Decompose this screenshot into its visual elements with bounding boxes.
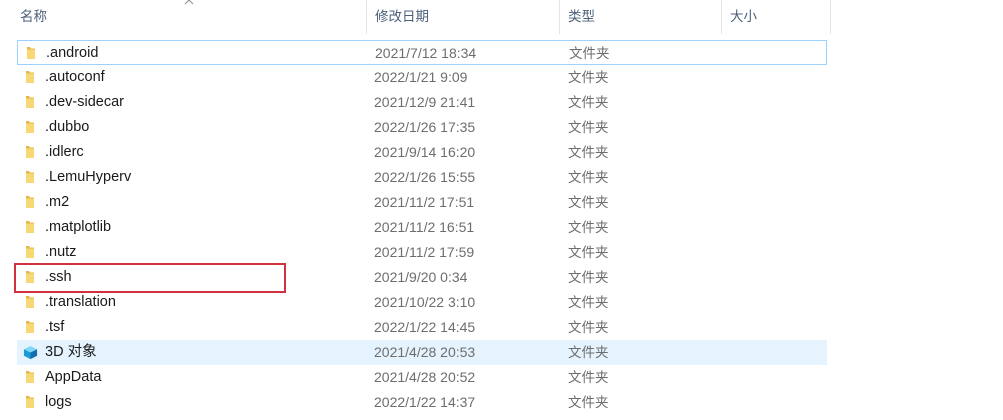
- file-row[interactable]: .dubbo 2022/1/26 17:35 文件夹: [17, 115, 827, 140]
- file-row[interactable]: .ssh 2021/9/20 0:34 文件夹: [17, 265, 827, 290]
- folder-icon: [23, 120, 37, 134]
- file-name: .translation: [45, 294, 116, 310]
- file-modified-date: 2021/7/12 18:34: [375, 45, 477, 61]
- file-modified-date: 2021/9/14 16:20: [374, 144, 476, 160]
- file-modified-date: 2022/1/22 14:45: [374, 319, 476, 335]
- file-type: 文件夹: [568, 95, 609, 110]
- file-modified-date: 2022/1/26 15:55: [374, 169, 476, 185]
- file-row[interactable]: .android 2021/7/12 18:34 文件夹: [17, 40, 827, 65]
- file-type: 文件夹: [568, 170, 609, 185]
- column-header-type[interactable]: 类型: [560, 0, 722, 34]
- file-modified-date: 2021/11/2 17:59: [374, 244, 475, 260]
- folder-icon: [23, 270, 37, 284]
- file-modified-date: 2022/1/22 14:37: [374, 394, 476, 410]
- folder-icon: [23, 70, 37, 84]
- file-name: .m2: [45, 194, 70, 210]
- folder-icon: [23, 220, 37, 234]
- folder-icon: [24, 46, 38, 60]
- file-name: 3D 对象: [45, 344, 97, 360]
- file-row[interactable]: logs 2022/1/22 14:37 文件夹: [17, 390, 827, 415]
- file-explorer-list: 名称 修改日期 类型 大小 .android 2021/7/12 18:34 文件夹…: [0, 0, 1003, 420]
- file-type: 文件夹: [568, 395, 609, 410]
- column-header-name[interactable]: 名称: [0, 0, 367, 34]
- column-header-date[interactable]: 修改日期: [367, 0, 560, 34]
- folder-icon: [23, 395, 37, 409]
- column-header-size-label: 大小: [730, 9, 757, 24]
- 3d-objects-icon: [23, 345, 38, 360]
- file-row[interactable]: .matplotlib 2021/11/2 16:51 文件夹: [17, 215, 827, 240]
- column-header-type-label: 类型: [568, 9, 595, 24]
- file-name: .dev-sidecar: [45, 94, 124, 110]
- file-row[interactable]: .tsf 2022/1/22 14:45 文件夹: [17, 315, 827, 340]
- file-row[interactable]: .m2 2021/11/2 17:51 文件夹: [17, 190, 827, 215]
- file-type: 文件夹: [568, 270, 609, 285]
- folder-icon: [23, 195, 37, 209]
- column-header-size[interactable]: 大小: [722, 0, 831, 34]
- file-modified-date: 2021/10/22 3:10: [374, 294, 476, 310]
- file-modified-date: 2021/12/9 21:41: [374, 94, 476, 110]
- column-header-date-label: 修改日期: [375, 9, 429, 24]
- file-modified-date: 2021/9/20 0:34: [374, 269, 468, 285]
- file-row[interactable]: .dev-sidecar 2021/12/9 21:41 文件夹: [17, 90, 827, 115]
- file-type: 文件夹: [568, 370, 609, 385]
- file-name: AppData: [45, 369, 102, 385]
- folder-icon: [23, 170, 37, 184]
- file-modified-date: 2022/1/21 9:09: [374, 69, 468, 85]
- file-type: 文件夹: [569, 46, 610, 61]
- file-type: 文件夹: [568, 245, 609, 260]
- column-header-name-label: 名称: [20, 9, 47, 24]
- file-list: .android 2021/7/12 18:34 文件夹 .autoconf 2022/…: [0, 40, 831, 415]
- file-name: logs: [45, 394, 72, 410]
- file-name: .autoconf: [45, 69, 105, 85]
- folder-icon: [23, 320, 37, 334]
- file-name: .matplotlib: [45, 219, 112, 235]
- file-name: .android: [46, 45, 99, 61]
- file-type: 文件夹: [568, 320, 609, 335]
- file-modified-date: 2021/11/2 17:51: [374, 194, 475, 210]
- file-row[interactable]: .LemuHyperv 2022/1/26 15:55 文件夹: [17, 165, 827, 190]
- folder-icon: [23, 95, 37, 109]
- file-type: 文件夹: [568, 220, 609, 235]
- file-type: 文件夹: [568, 70, 609, 85]
- file-modified-date: 2021/4/28 20:52: [374, 369, 476, 385]
- folder-icon: [23, 295, 37, 309]
- file-row[interactable]: .autoconf 2022/1/21 9:09 文件夹: [17, 65, 827, 90]
- file-row[interactable]: 3D 对象 2021/4/28 20:53 文件夹: [17, 340, 827, 365]
- file-row[interactable]: .nutz 2021/11/2 17:59 文件夹: [17, 240, 827, 265]
- file-row[interactable]: .idlerc 2021/9/14 16:20 文件夹: [17, 140, 827, 165]
- file-name: .idlerc: [45, 144, 84, 160]
- file-type: 文件夹: [568, 345, 609, 360]
- file-modified-date: 2021/11/2 16:51: [374, 219, 475, 235]
- folder-icon: [23, 245, 37, 259]
- column-divider[interactable]: [830, 0, 831, 34]
- file-name: .nutz: [45, 244, 77, 260]
- file-name: .tsf: [45, 319, 65, 335]
- file-modified-date: 2021/4/28 20:53: [374, 344, 476, 360]
- file-row[interactable]: .translation 2021/10/22 3:10 文件夹: [17, 290, 827, 315]
- file-modified-date: 2022/1/26 17:35: [374, 119, 476, 135]
- file-name: .dubbo: [45, 119, 90, 135]
- folder-icon: [23, 145, 37, 159]
- file-type: 文件夹: [568, 120, 609, 135]
- file-row[interactable]: AppData 2021/4/28 20:52 文件夹: [17, 365, 827, 390]
- file-name: .LemuHyperv: [45, 169, 132, 185]
- file-name: .ssh: [45, 269, 72, 285]
- folder-icon: [23, 370, 37, 384]
- file-type: 文件夹: [568, 145, 609, 160]
- column-header-bar: 名称 修改日期 类型 大小: [0, 0, 831, 34]
- file-type: 文件夹: [568, 195, 609, 210]
- file-type: 文件夹: [568, 295, 609, 310]
